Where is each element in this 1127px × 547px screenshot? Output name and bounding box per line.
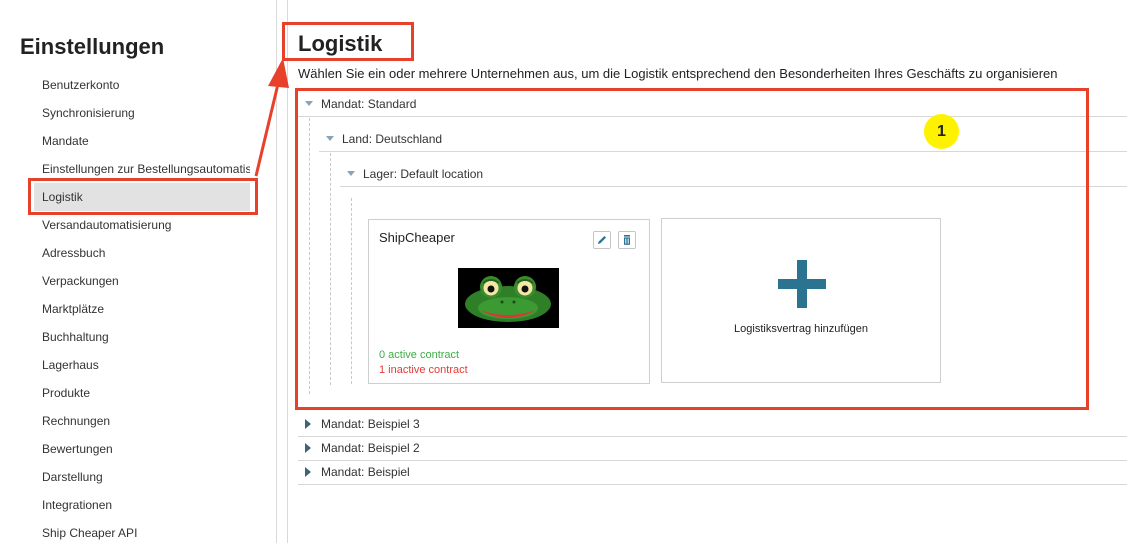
collapse-caret-icon bbox=[305, 466, 311, 477]
sidebar-item-verpackungen[interactable]: Verpackungen bbox=[34, 267, 250, 295]
mandate-label: Mandat: Beispiel 2 bbox=[321, 441, 420, 455]
settings-sidebar: Einstellungen Benutzerkonto Synchronisie… bbox=[0, 0, 276, 543]
sidebar-item-benutzerkonto[interactable]: Benutzerkonto bbox=[34, 71, 250, 99]
highlight-box-logistik-nav bbox=[28, 178, 258, 215]
sidebar-item-synchronisierung[interactable]: Synchronisierung bbox=[34, 99, 250, 127]
sidebar-item-bewertungen[interactable]: Bewertungen bbox=[34, 435, 250, 463]
sidebar-item-adressbuch[interactable]: Adressbuch bbox=[34, 239, 250, 267]
step-badge: 1 bbox=[924, 114, 959, 149]
content-divider bbox=[287, 0, 288, 543]
collapse-caret-icon bbox=[305, 418, 311, 429]
sidebar-item-rechnungen[interactable]: Rechnungen bbox=[34, 407, 250, 435]
sidebar-item-darstellung[interactable]: Darstellung bbox=[34, 463, 250, 491]
mandate-row-beispiel-2[interactable]: Mandat: Beispiel 2 bbox=[305, 437, 420, 459]
collapse-caret-icon bbox=[305, 442, 311, 453]
divider bbox=[298, 484, 1127, 485]
sidebar-item-produkte[interactable]: Produkte bbox=[34, 379, 250, 407]
sidebar-title: Einstellungen bbox=[20, 34, 165, 59]
divider bbox=[298, 460, 1127, 461]
mandate-label: Mandat: Beispiel bbox=[321, 465, 410, 479]
mandate-row-beispiel[interactable]: Mandat: Beispiel bbox=[305, 461, 410, 483]
sidebar-divider bbox=[276, 0, 277, 543]
highlight-box-title bbox=[282, 22, 414, 61]
sidebar-item-mandate[interactable]: Mandate bbox=[34, 127, 250, 155]
mandate-label: Mandat: Beispiel 3 bbox=[321, 417, 420, 431]
sidebar-item-marktplaetze[interactable]: Marktplätze bbox=[34, 295, 250, 323]
sidebar-item-versandautomatisierung[interactable]: Versandautomatisierung bbox=[34, 211, 250, 239]
divider bbox=[298, 436, 1127, 437]
highlight-box-tree bbox=[295, 88, 1089, 410]
sidebar-item-buchhaltung[interactable]: Buchhaltung bbox=[34, 323, 250, 351]
sidebar-item-lagerhaus[interactable]: Lagerhaus bbox=[34, 351, 250, 379]
page-subtitle: Wählen Sie ein oder mehrere Unternehmen … bbox=[298, 66, 1058, 81]
mandate-row-beispiel-3[interactable]: Mandat: Beispiel 3 bbox=[305, 413, 420, 435]
sidebar-item-integrationen[interactable]: Integrationen bbox=[34, 491, 250, 519]
